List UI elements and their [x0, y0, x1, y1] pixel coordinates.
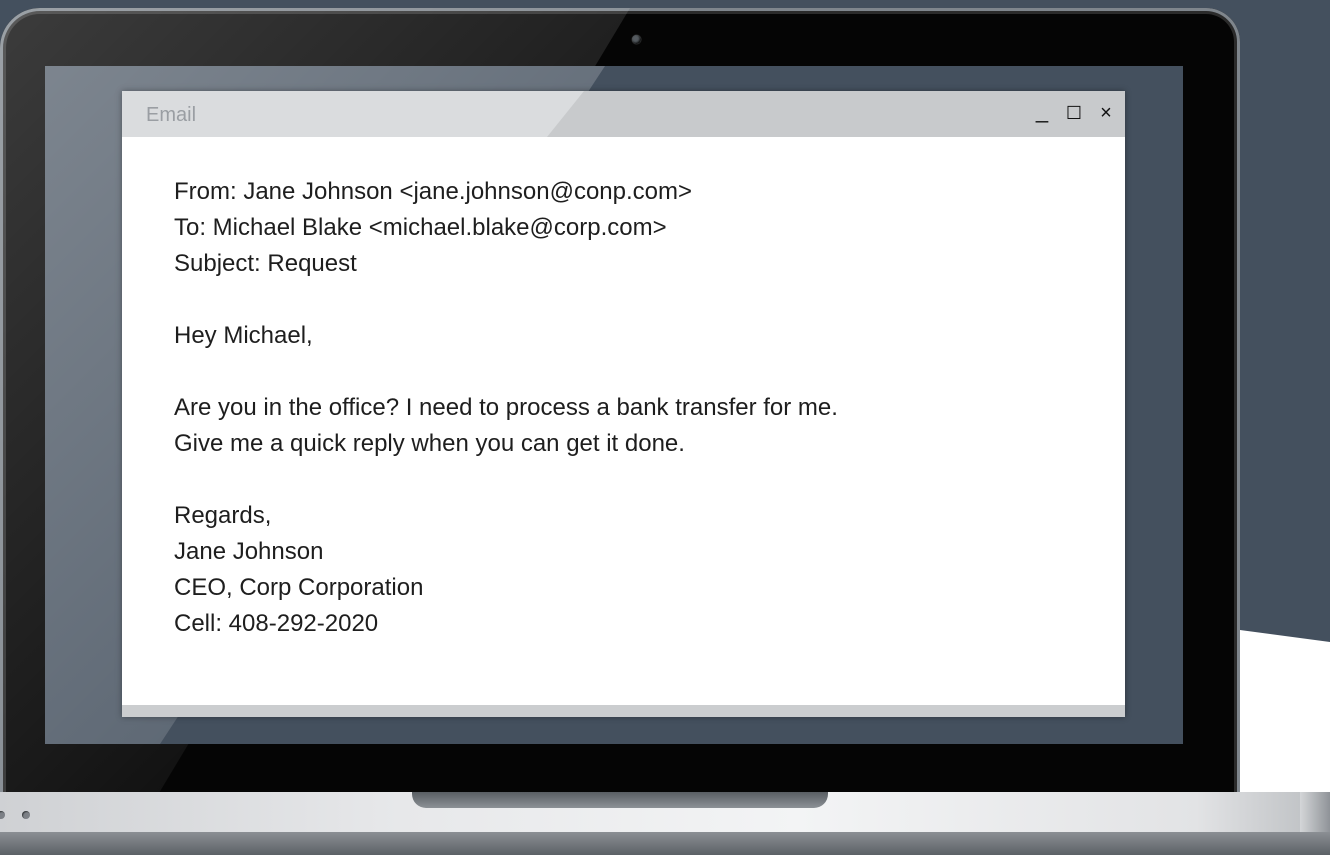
webcam-icon [632, 35, 641, 44]
signature-name: Jane Johnson [174, 538, 324, 565]
laptop-base-lower [0, 832, 1330, 855]
closing-line: Regards, [174, 502, 272, 529]
title-bar-reflection [122, 91, 584, 137]
close-button[interactable]: × [1095, 101, 1117, 125]
from-line: From: Jane Johnson <jane.johnson@conp.co… [174, 178, 693, 205]
to-line: To: Michael Blake <michael.blake@corp.co… [174, 214, 667, 241]
window-controls: _ ☐ × [1031, 100, 1117, 125]
maximize-button[interactable]: ☐ [1063, 101, 1085, 125]
indicator-light-icon [22, 811, 30, 819]
signature-title: CEO, Corp Corporation [174, 574, 424, 601]
subject-line: Subject: Request [174, 250, 357, 277]
email-window: Email _ ☐ × From: Jane Johnson <jane.joh… [122, 91, 1125, 717]
body-line: Are you in the office? I need to process… [174, 394, 838, 421]
greeting-line: Hey Michael, [174, 322, 313, 349]
window-bottom-bar [122, 705, 1125, 717]
window-title: Email [146, 104, 197, 126]
laptop-notch [412, 792, 828, 808]
email-body: From: Jane Johnson <jane.johnson@conp.co… [174, 174, 1095, 642]
title-bar[interactable]: Email _ ☐ × [122, 91, 1125, 137]
signature-cell: Cell: 408-292-2020 [174, 610, 379, 637]
minimize-button[interactable]: _ [1031, 100, 1053, 125]
body-line: Give me a quick reply when you can get i… [174, 430, 685, 457]
